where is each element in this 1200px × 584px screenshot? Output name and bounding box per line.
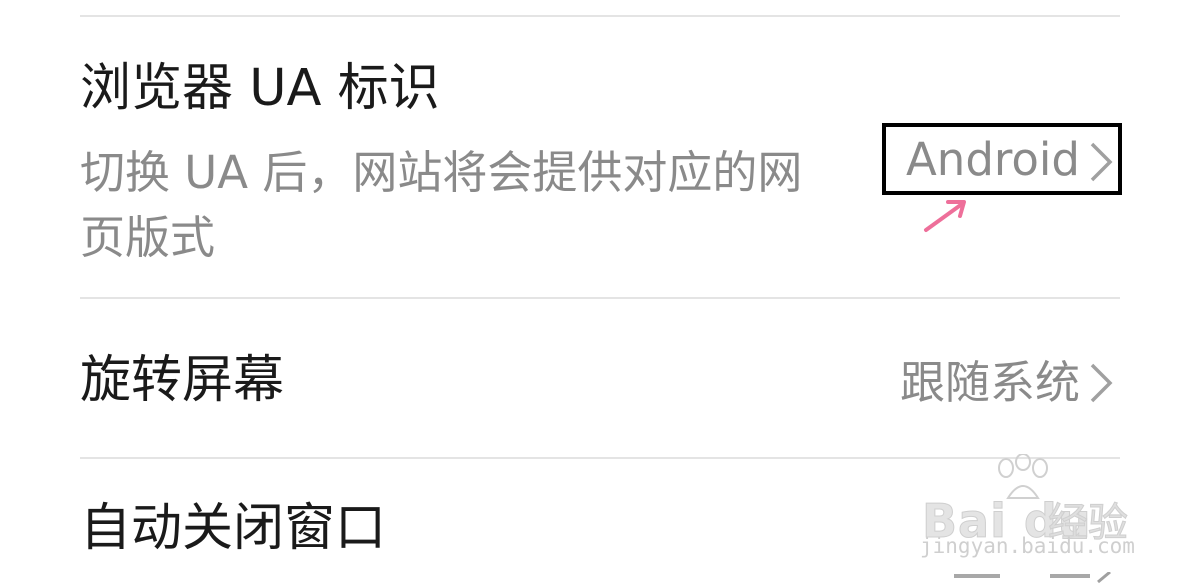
settings-screen: 浏览器 UA 标识 切换 UA 后，网站将会提供对应的网页版式 Android … [0,0,1200,584]
auto-close-setting-title: 自动关闭窗口 [80,499,387,558]
annotation-highlight-box [882,123,1122,195]
rotate-setting-value[interactable]: 跟随系统 [900,360,1080,405]
rotate-setting-title: 旋转屏幕 [80,351,285,410]
ua-setting-description: 切换 UA 后，网站将会提供对应的网页版式 [80,146,803,264]
watermark-url: jingyan.baidu.com [920,534,1135,558]
baidu-jingyan-watermark: Bai du 经验 jingyan.baidu.com [918,454,1148,584]
annotation-arrow-icon [924,200,966,232]
ua-setting-title: 浏览器 UA 标识 [80,59,440,118]
chevron-right-icon [1090,363,1113,403]
